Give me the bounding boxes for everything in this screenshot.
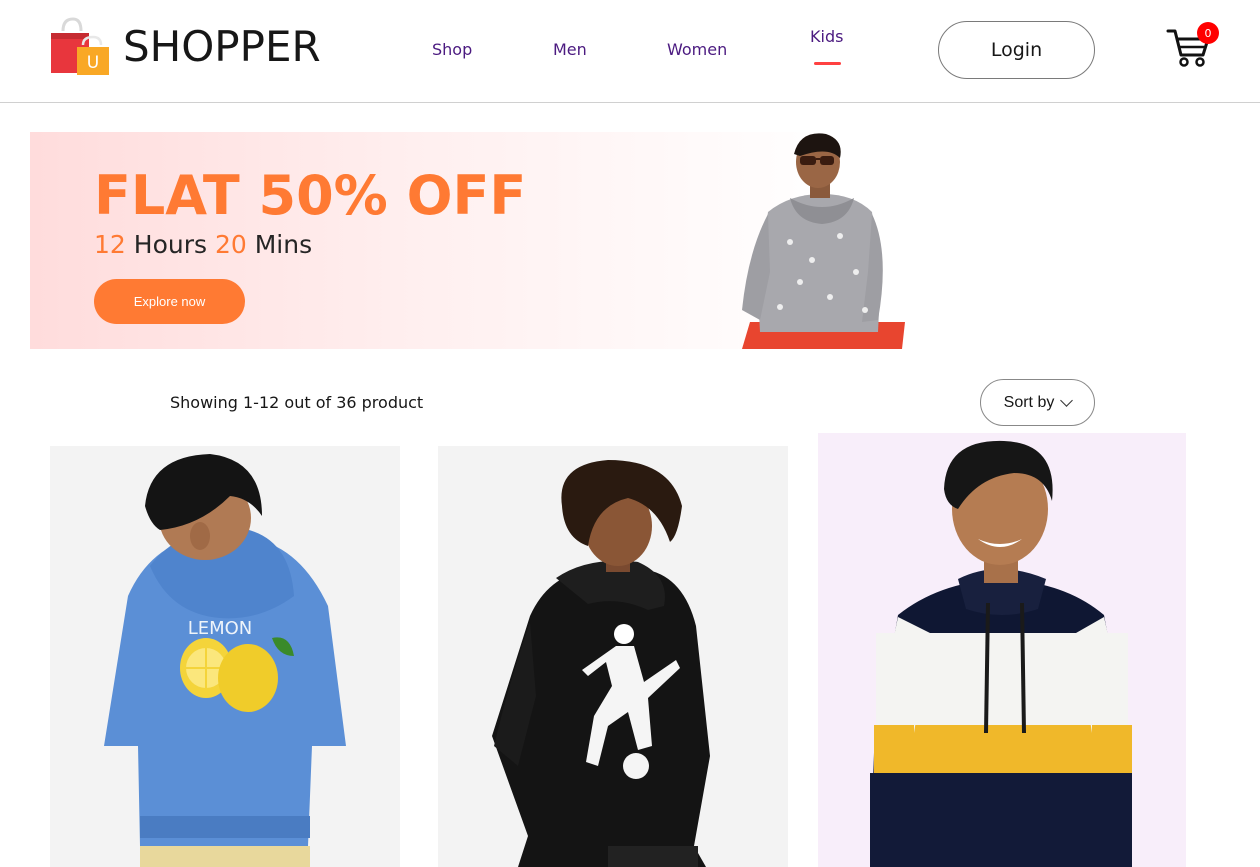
product-card[interactable]: [818, 433, 1186, 867]
results-count: Showing 1-12 out of 36 product: [170, 393, 424, 412]
nav-item-men[interactable]: Men: [553, 40, 587, 59]
nav-item-shop[interactable]: Shop: [432, 40, 472, 59]
brand-name: SHOPPER: [123, 22, 321, 71]
countdown-hours-label: Hours: [133, 230, 208, 259]
countdown-hours: 12: [94, 230, 126, 259]
product-image-black-football-hoodie: [492, 460, 710, 867]
banner-title: FLAT 50% OFF: [94, 164, 527, 227]
product-card[interactable]: LEMON: [50, 446, 400, 867]
explore-now-button[interactable]: Explore now: [94, 279, 245, 324]
sort-by-dropdown[interactable]: Sort by: [980, 379, 1095, 426]
nav-item-kids[interactable]: Kids: [810, 27, 843, 46]
logo[interactable]: U SHOPPER: [49, 17, 321, 77]
nav-item-women[interactable]: Women: [667, 40, 727, 59]
login-button[interactable]: Login: [938, 21, 1095, 79]
navbar: U SHOPPER Shop Men Women Kids Login 0: [0, 0, 1260, 103]
cart-count-badge: 0: [1197, 22, 1219, 44]
active-nav-indicator: [814, 62, 841, 65]
shopping-bag-logo-icon: U: [51, 17, 109, 75]
countdown-mins-label: Mins: [254, 230, 313, 259]
chevron-down-icon: [1060, 393, 1074, 407]
sort-by-label: Sort by: [1003, 393, 1055, 411]
banner-countdown: 12 Hours 20 Mins: [94, 230, 312, 259]
logo-letter: U: [87, 53, 99, 73]
product-card[interactable]: [438, 446, 788, 867]
product-image-striped-hoodie: [870, 440, 1132, 867]
countdown-mins: 20: [214, 230, 247, 259]
product-image-blue-lemon-hoodie: LEMON: [104, 454, 346, 867]
banner-model-image: [742, 133, 905, 349]
svg-text:LEMON: LEMON: [188, 618, 253, 639]
hero-banner: FLAT 50% OFF 12 Hours 20 Mins Explore no…: [30, 132, 1040, 349]
